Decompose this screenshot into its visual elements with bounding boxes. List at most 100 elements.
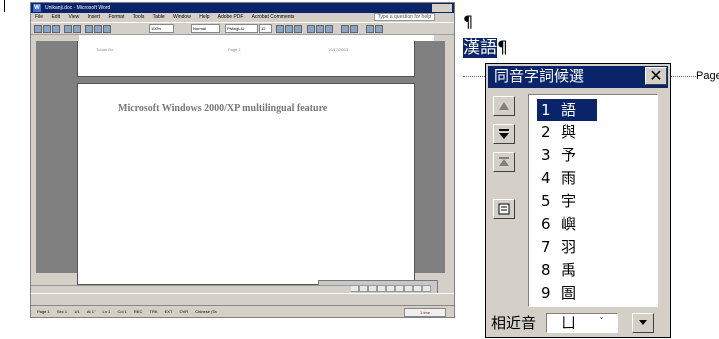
near-sound-label: 相近音: [491, 315, 537, 332]
status-pages: 1/1: [74, 309, 80, 314]
word-title: Unikanji.doc - Microsoft Word: [45, 5, 111, 11]
window-controls[interactable]: [432, 4, 452, 12]
candidate-8[interactable]: 8禹: [537, 259, 576, 281]
options-button[interactable]: [493, 199, 515, 219]
page-break-line-left: [463, 76, 485, 77]
align-left-icon[interactable]: [307, 25, 315, 33]
status-trk: TRK: [149, 309, 158, 314]
ime-title-bar[interactable]: 同音字詞候選: [488, 66, 668, 88]
triangle-down-icon: [499, 129, 509, 139]
italic-icon[interactable]: [285, 25, 293, 33]
first-page-button[interactable]: [493, 152, 515, 172]
cut-icon[interactable]: [85, 25, 93, 33]
zoom-field[interactable]: 100%: [149, 24, 174, 33]
help-search-box[interactable]: Type a question for help: [373, 13, 435, 21]
bold-icon[interactable]: [276, 25, 284, 33]
status-line: Ln 1: [102, 309, 111, 314]
status-col: Col 1: [117, 309, 127, 314]
candidate-1[interactable]: 1語: [537, 99, 597, 121]
size-field[interactable]: 12: [259, 24, 272, 33]
triangle-top-icon: [499, 157, 509, 166]
menu-format[interactable]: Format: [109, 14, 125, 20]
near-sound-dropdown-button[interactable]: [632, 313, 654, 333]
triangle-up-icon: [499, 102, 509, 110]
menu-insert[interactable]: Insert: [88, 14, 101, 20]
candidate-9[interactable]: 9圄: [537, 282, 576, 304]
candidate-4[interactable]: 4雨: [537, 167, 576, 189]
word-window[interactable]: W Unikanji.doc - Microsoft Word File Edi…: [30, 2, 455, 318]
paste-icon[interactable]: [103, 25, 111, 33]
page-2: Microsoft Windows 2000/XP multilingual f…: [77, 83, 415, 285]
menu-help[interactable]: Help: [199, 14, 209, 20]
menu-window[interactable]: Window: [173, 14, 191, 20]
menu-acrobat-comments[interactable]: Acrobat Comments: [252, 14, 295, 20]
page-break-line-right: [670, 76, 698, 77]
word-menu-bar: File Edit View Insert Format Tools Table…: [31, 13, 454, 22]
ime-tray[interactable]: 1 Ime: [404, 308, 446, 317]
candidate-2[interactable]: 2與: [537, 121, 576, 143]
header-right: 10/17/2003: [328, 47, 349, 52]
word-title-bar: W Unikanji.doc - Microsoft Word: [31, 3, 454, 13]
menu-view[interactable]: View: [68, 14, 79, 20]
underline-icon[interactable]: [294, 25, 302, 33]
numbering-icon[interactable]: [341, 25, 349, 33]
bullets-icon[interactable]: [350, 25, 358, 33]
menu-table[interactable]: Table: [153, 14, 165, 20]
paragraph-mark: ¶: [463, 12, 474, 31]
menu-tools[interactable]: Tools: [133, 14, 145, 20]
tone-mark: ˇ: [599, 317, 604, 328]
document-text: Microsoft Windows 2000/XP multilingual f…: [118, 103, 328, 114]
preview-icon[interactable]: [73, 25, 81, 33]
border-icon[interactable]: [366, 25, 374, 33]
candidate-7[interactable]: 7羽: [537, 236, 576, 258]
status-language: Chinese (Ta: [195, 309, 217, 314]
candidate-list[interactable]: 1語 2與 3予 4雨 5宇 6嶼 7羽 8禹 9圄: [528, 94, 658, 307]
status-rec: REC: [133, 309, 143, 314]
print-icon[interactable]: [64, 25, 72, 33]
close-button[interactable]: ✕: [645, 67, 667, 85]
align-center-icon[interactable]: [316, 25, 324, 33]
copy-icon[interactable]: [94, 25, 102, 33]
chevron-down-icon: [639, 320, 647, 325]
page-1: Tuhan Bo Page 1 10/17/2003: [77, 41, 415, 77]
drawing-toolbar: [31, 293, 454, 305]
horizontal-scrollbar[interactable]: [31, 285, 351, 293]
save-icon[interactable]: [52, 25, 60, 33]
word-app-icon: W: [33, 4, 41, 12]
align-right-icon[interactable]: [325, 25, 333, 33]
vertical-scrollbar[interactable]: [445, 41, 454, 273]
font-field[interactable]: PMingLiU: [225, 24, 258, 33]
status-section: Sec 1: [56, 309, 68, 314]
text-cursor: [4, 0, 5, 12]
ime-title: 同音字詞候選: [494, 68, 585, 85]
status-page: Page 1: [37, 309, 50, 314]
status-ext: EXT: [164, 309, 173, 314]
menu-adobe-pdf[interactable]: Adobe PDF: [218, 14, 244, 20]
document-area[interactable]: Tuhan Bo Page 1 10/17/2003 Microsoft Win…: [31, 41, 454, 317]
new-icon[interactable]: [34, 25, 42, 33]
candidate-5[interactable]: 5宇: [537, 190, 576, 212]
open-icon[interactable]: [43, 25, 51, 33]
style-field[interactable]: Normal: [191, 24, 220, 33]
menu-edit[interactable]: Edit: [51, 14, 60, 20]
ime-candidate-window[interactable]: 同音字詞候選 ✕ 1語 2與 3予 4雨 5宇 6嶼 7羽 8禹 9圄 相近音 …: [485, 63, 671, 338]
status-at: At 1": [86, 309, 96, 314]
page-up-button[interactable]: [493, 96, 515, 116]
selected-chars[interactable]: 漢語: [463, 38, 497, 58]
candidate-3[interactable]: 3予: [537, 144, 576, 166]
page-break-label: Page: [696, 70, 719, 82]
header-left: Tuhan Bo: [96, 47, 114, 52]
near-sound-value: ㄩ: [561, 314, 577, 332]
paragraph-mark-after: ¶: [497, 38, 508, 58]
status-ovr: OVR: [179, 309, 189, 314]
header-center: Page 1: [228, 47, 241, 52]
composition-text[interactable]: 漢語¶: [463, 38, 508, 58]
page-down-button[interactable]: [493, 124, 515, 144]
candidate-6[interactable]: 6嶼: [537, 213, 576, 235]
near-sound-select[interactable]: ㄩ ˇ: [546, 313, 618, 333]
menu-file[interactable]: File: [35, 14, 43, 20]
vertical-ruler: [31, 41, 36, 273]
word-toolbar: 100% Normal PMingLiU 12: [31, 22, 454, 35]
highlight-icon[interactable]: [375, 25, 383, 33]
page-icon: [498, 203, 510, 215]
